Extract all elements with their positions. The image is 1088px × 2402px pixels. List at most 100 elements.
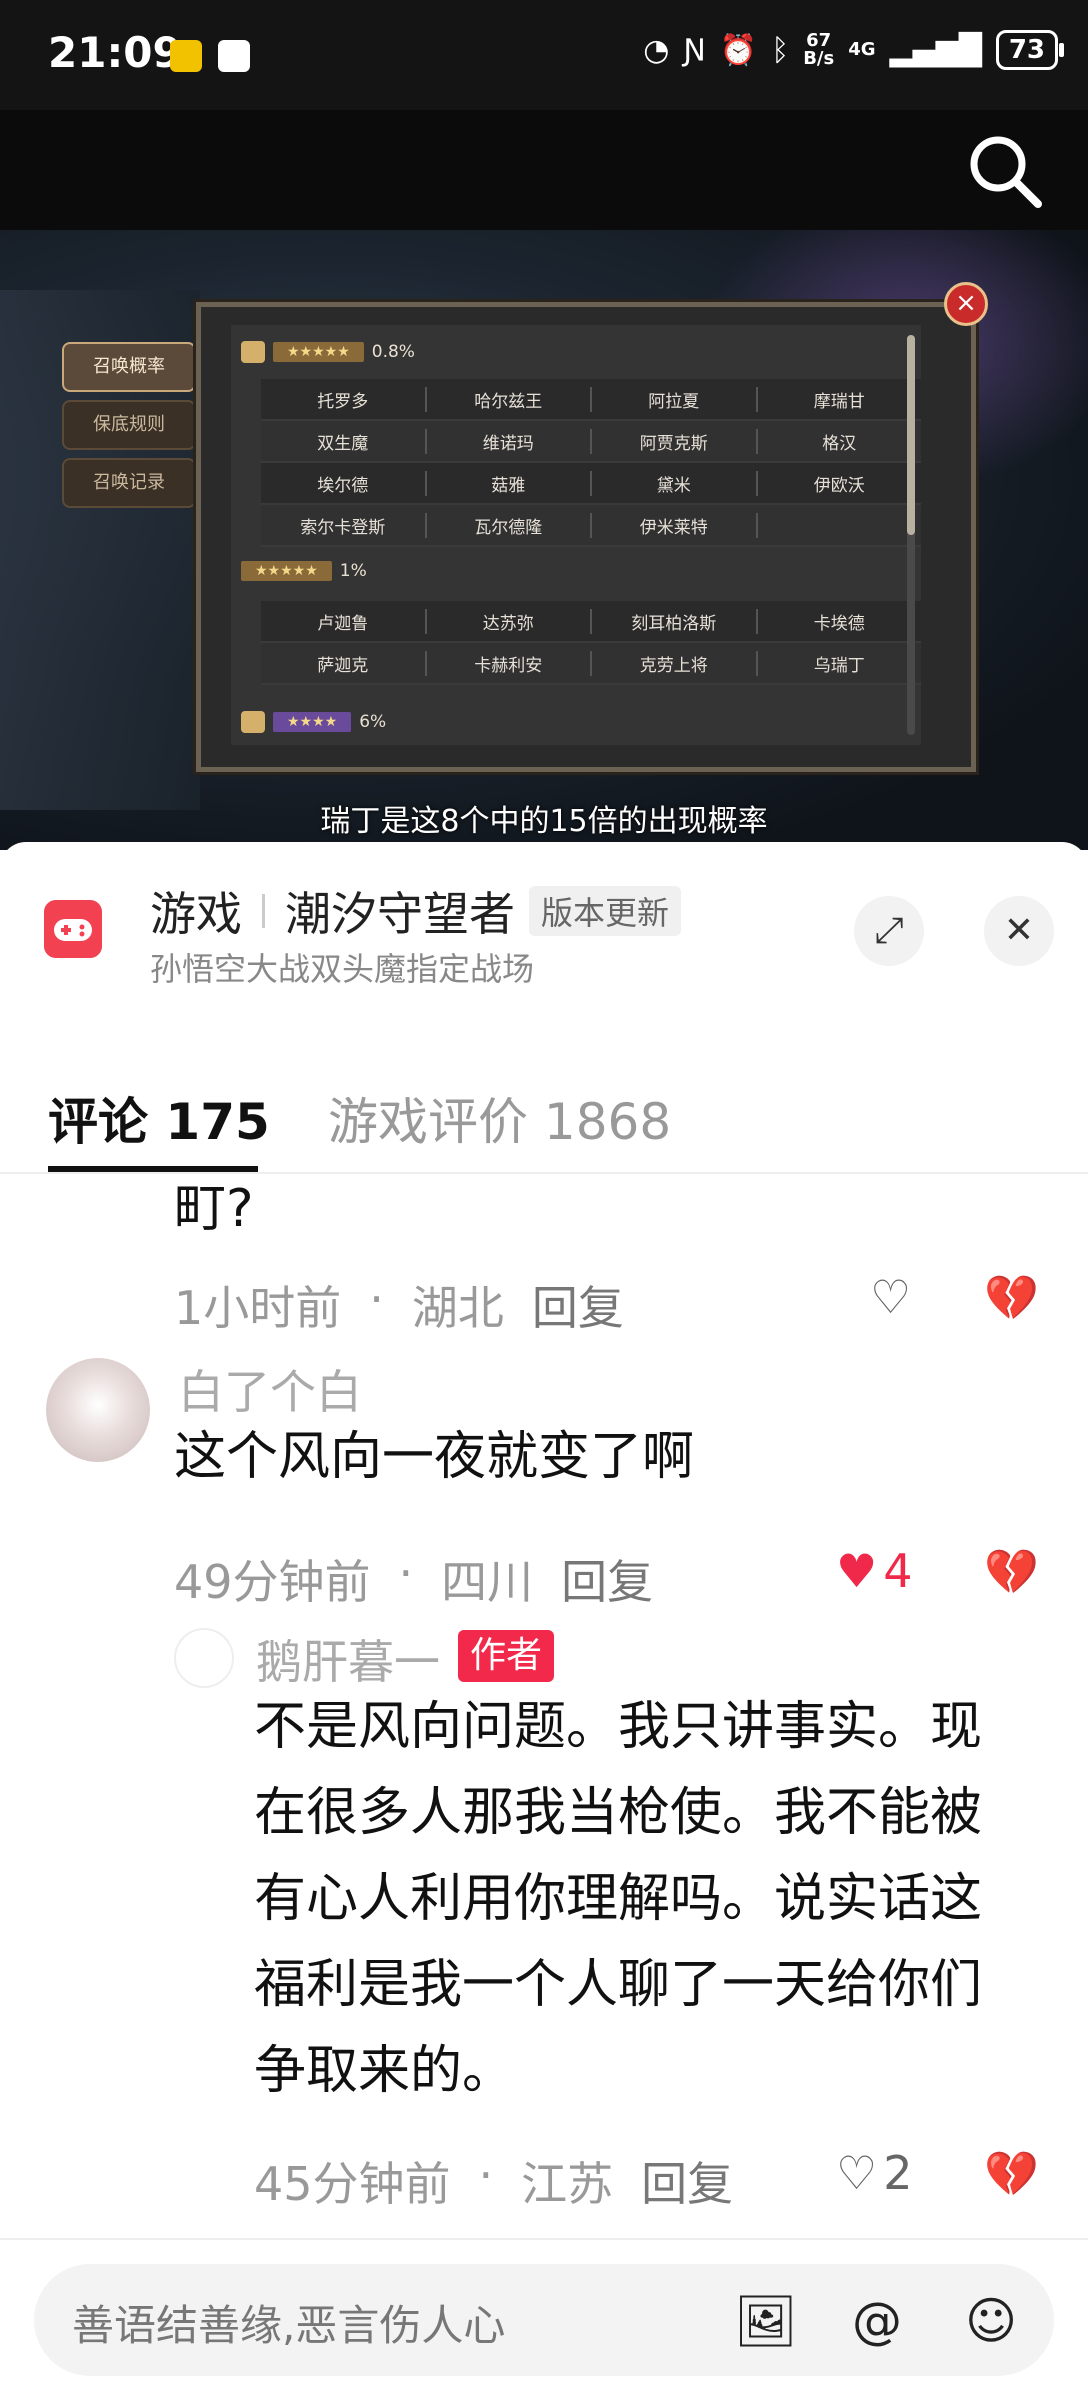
comment-time: 45分钟前 <box>254 2157 451 2211</box>
hero-name: 萨迦克 <box>261 650 427 676</box>
comment-line: 福利是我一个人聊了一天给你们 <box>254 1955 983 2015</box>
tab-game-reviews[interactable]: 游戏评价 1868 <box>328 1082 671 1154</box>
summon-rate-panel: ★★★★★ 0.8% 托罗多 哈尔兹王 阿拉夏 摩瑞甘 双生魔 维诺玛 阿贾克斯… <box>196 302 976 772</box>
hero-row: 索尔卡登斯 瓦尔德隆 伊米莱特 <box>261 505 921 547</box>
tab-comments[interactable]: 评论 175 <box>48 1082 270 1154</box>
panel-close-icon: × <box>944 282 988 326</box>
rank-header: ★★★★★ 1% <box>241 561 367 581</box>
like-button[interactable]: ♡ <box>870 1270 911 1324</box>
hero-name: 哈尔兹王 <box>427 386 592 412</box>
status-icons: ◔ Ɲ ⏰ ᛒ 67 B/s 4G ▂▄▆█ 73 <box>643 30 1065 70</box>
expand-icon: ⤢ <box>874 910 904 951</box>
hero-row: 双生魔 维诺玛 阿贾克斯 格汉 <box>261 421 921 463</box>
like-button[interactable]: ♥ 4 <box>836 1544 913 1598</box>
hero-grid: 托罗多 哈尔兹王 阿拉夏 摩瑞甘 双生魔 维诺玛 阿贾克斯 格汉 埃尔德 菇雅 … <box>261 379 921 547</box>
divider <box>262 894 265 928</box>
hero-name: 伊米莱特 <box>592 512 758 538</box>
meta-separator: · <box>369 1272 384 1326</box>
heart-filled-icon: ♥ <box>836 1544 878 1598</box>
comment-list[interactable]: 町? 1小时前 · 湖北 回复 ♡ 💔 白了个白 这个风向一夜就变了啊 49分钟… <box>0 1172 1088 2222</box>
comment-time: 1小时前 <box>174 1281 342 1335</box>
speed-icon: ◔ <box>643 32 670 68</box>
comment-meta: 1小时前 · 湖北 回复 <box>174 1272 624 1338</box>
close-button[interactable]: ✕ <box>984 896 1054 966</box>
comment-line: 不是风向问题。我只讲事实。现 <box>254 1697 983 1757</box>
signal-bars-icon: ▂▄▆█ <box>889 32 982 68</box>
emoji-icon[interactable]: ☺ <box>962 2292 1020 2350</box>
comment-location: 四川 <box>441 1555 534 1609</box>
rank-rate: 6% <box>359 712 387 732</box>
rank-stars: ★★★★★ <box>241 561 332 581</box>
expand-button[interactable]: ⤢ <box>854 896 924 966</box>
hero-name: 瓦尔德隆 <box>427 512 592 538</box>
search-icon[interactable] <box>964 130 1044 210</box>
hero-row: 卢迦鲁 达苏弥 刻耳柏洛斯 卡埃德 <box>261 601 921 643</box>
rank-rate: 1% <box>339 561 367 581</box>
comment-input[interactable]: 善语结善缘,恶言伤人心 🖼 @ ☺ <box>34 2264 1054 2376</box>
comment-username[interactable]: 鹅肝暮一 <box>256 1626 440 1692</box>
rank-header: ★★★★ 6% <box>241 711 386 733</box>
game-category: 游戏 <box>150 887 242 941</box>
avatar[interactable] <box>46 1358 150 1462</box>
hero-name: 维诺玛 <box>427 428 592 454</box>
like-count: 4 <box>883 1544 913 1598</box>
crown-icon <box>241 341 265 363</box>
comment-sheet: 游戏 潮汐守望者 版本更新 孙悟空大战双头魔指定战场 ⤢ ✕ 评论 175 游戏… <box>0 842 1088 2400</box>
hero-name: 卡赫利安 <box>427 650 592 676</box>
close-icon: ✕ <box>1003 910 1035 951</box>
game-subtitle: 孙悟空大战双头魔指定战场 <box>150 950 535 988</box>
dislike-button[interactable]: 💔 <box>984 1546 1039 1598</box>
panel-scrollbar <box>907 335 915 735</box>
comment-line: 有心人利用你理解吗。说实话这 <box>254 1869 983 1929</box>
video-tab-summon-rate: 召唤概率 <box>62 342 196 392</box>
comment-tabs: 评论 175 游戏评价 1868 <box>0 1062 1088 1174</box>
comment-location: 湖北 <box>411 1281 504 1335</box>
rank-stars: ★★★★ <box>273 712 352 732</box>
mention-icon[interactable]: @ <box>848 2292 906 2350</box>
reply-button[interactable]: 回复 <box>561 1546 653 1612</box>
rank-rate: 0.8% <box>371 342 415 362</box>
battery-indicator: 73 <box>995 30 1065 70</box>
nfc-icon: Ɲ <box>683 32 706 68</box>
top-bar <box>0 110 1088 230</box>
video-tab-guarantee: 保底规则 <box>62 400 196 450</box>
video-player[interactable]: 召唤概率 保底规则 召唤记录 ★★★★★ 0.8% 托罗多 哈尔兹王 阿拉夏 摩… <box>0 230 1088 850</box>
comment-username[interactable]: 白了个白 <box>178 1356 362 1422</box>
reply-button[interactable]: 回复 <box>532 1272 624 1338</box>
hero-name: 双生魔 <box>261 428 427 454</box>
hero-name: 摩瑞甘 <box>813 391 865 412</box>
heart-outline-icon: ♡ <box>870 1270 912 1324</box>
dislike-button[interactable]: 💔 <box>984 2148 1039 2200</box>
comment-input-placeholder: 善语结善缘,恶言伤人心 <box>72 2301 506 2350</box>
like-count: 2 <box>883 2146 913 2200</box>
reply-button[interactable]: 回复 <box>641 2148 733 2214</box>
meta-separator: · <box>478 2148 494 2202</box>
hero-name: 菇雅 <box>427 470 592 496</box>
comment-location: 江苏 <box>521 2157 614 2211</box>
game-controller-icon <box>44 900 102 958</box>
bluetooth-icon: ᛒ <box>771 32 790 68</box>
comment-line: 在很多人那我当枪使。我不能被 <box>254 1783 983 1843</box>
broken-heart-icon: 💔 <box>984 2149 1039 2200</box>
app-notification-icon-2 <box>218 40 250 72</box>
comment-text: 町? <box>174 1179 254 1239</box>
game-header[interactable]: 游戏 潮汐守望者 版本更新 <box>150 878 682 944</box>
like-button[interactable]: ♡ 2 <box>836 2146 913 2200</box>
hero-row: 托罗多 哈尔兹王 阿拉夏 摩瑞甘 <box>261 379 921 421</box>
hero-name: 索尔卡登斯 <box>261 512 427 538</box>
net-speed: 67 B/s <box>803 30 835 69</box>
hero-name: 黛米 <box>592 470 758 496</box>
rank-header: ★★★★★ 0.8% <box>241 341 415 363</box>
signal-icon: 4G <box>848 39 876 60</box>
comment-meta: 45分钟前 · 江苏 回复 <box>254 2148 733 2214</box>
hero-name: 托罗多 <box>261 386 427 412</box>
dislike-button[interactable]: 💔 <box>984 1272 1039 1324</box>
comment-time: 49分钟前 <box>174 1555 371 1609</box>
hero-name: 卢迦鲁 <box>261 608 427 634</box>
avatar[interactable] <box>174 1628 234 1688</box>
image-icon[interactable]: 🖼 <box>734 2292 797 2350</box>
alarm-icon: ⏰ <box>719 32 758 68</box>
hero-name: 卡埃德 <box>813 613 865 634</box>
heart-outline-icon: ♡ <box>836 2146 878 2200</box>
hero-grid: 卢迦鲁 达苏弥 刻耳柏洛斯 卡埃德 萨迦克 卡赫利安 克劳上将 乌瑞丁 <box>261 601 921 685</box>
